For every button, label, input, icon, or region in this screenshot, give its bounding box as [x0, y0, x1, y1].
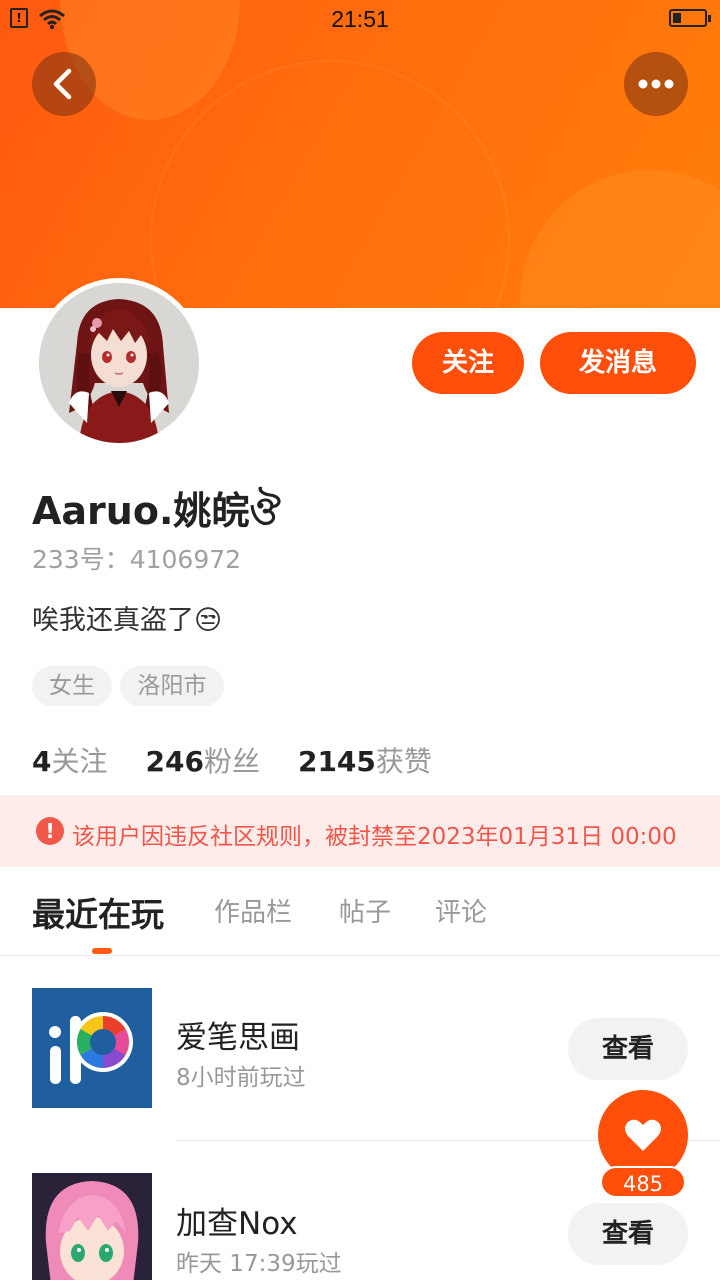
user-id: 233号：4106972 — [32, 545, 242, 574]
more-button[interactable] — [624, 52, 688, 116]
game-name: 爱笔思画 — [176, 1020, 300, 1056]
stat-likes[interactable]: 2145获赞 — [298, 740, 432, 780]
status-time: 21:51 — [331, 6, 389, 32]
view-game-button[interactable]: 查看 — [568, 1203, 688, 1265]
profile-tabs: 最近在玩 作品栏 帖子 评论 — [0, 868, 720, 956]
stat-followers[interactable]: 246粉丝 — [146, 740, 260, 780]
active-tab-indicator — [92, 948, 112, 954]
profile-stats: 4关注 246粉丝 2145获赞 — [32, 740, 470, 780]
view-game-button[interactable]: 查看 — [568, 1018, 688, 1080]
tag-gender: 女生 — [32, 666, 112, 706]
more-horizontal-icon — [638, 79, 674, 89]
ibispaint-app-icon[interactable] — [32, 988, 152, 1108]
chevron-left-icon — [53, 68, 72, 100]
game-last-played: 8小时前玩过 — [176, 1065, 306, 1091]
game-name: 加查Nox — [176, 1206, 298, 1242]
ban-notice: ! 该用户因违反社区规则，被封禁至2023年01月31日 00:00 — [0, 795, 720, 867]
stat-following[interactable]: 4关注 — [32, 740, 108, 780]
alert-circle-icon: ! — [36, 817, 64, 845]
user-bio: 唉我还真盗了😒 — [32, 605, 223, 636]
avatar-image — [39, 283, 199, 443]
ban-notice-text: 该用户因违反社区规则，被封禁至2023年01月31日 00:00 — [72, 824, 677, 850]
gacha-nox-app-icon[interactable] — [32, 1173, 152, 1280]
tab-comments[interactable]: 评论 — [435, 892, 487, 929]
like-count: 485 — [600, 1166, 686, 1198]
avatar[interactable] — [34, 278, 204, 448]
tab-recently-played[interactable]: 最近在玩 — [32, 888, 164, 936]
tab-works[interactable]: 作品栏 — [214, 892, 292, 929]
profile-banner — [0, 0, 720, 308]
battery-low-icon — [669, 9, 711, 27]
back-button[interactable] — [32, 52, 96, 116]
tab-posts[interactable]: 帖子 — [339, 892, 391, 929]
follow-button[interactable]: 关注 — [412, 332, 524, 394]
game-last-played: 昨天 17:39玩过 — [176, 1251, 342, 1277]
status-bar: ! 21:51 — [0, 0, 720, 40]
username: Aaruo.姚皖ঔ — [32, 489, 281, 533]
tag-city: 洛阳市 — [120, 666, 224, 706]
send-message-button[interactable]: 发消息 — [540, 332, 696, 394]
heart-icon — [625, 1119, 661, 1151]
